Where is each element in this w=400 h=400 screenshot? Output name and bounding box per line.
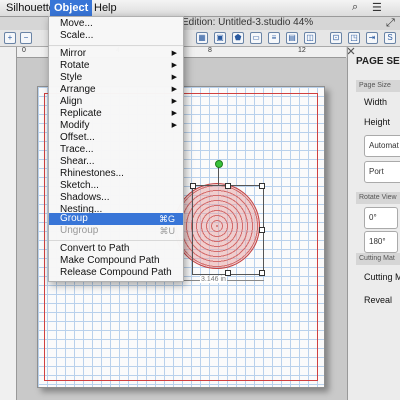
zoom-out-icon[interactable]: −	[20, 32, 32, 44]
menu-help[interactable]: Help	[90, 0, 121, 16]
menu-item-sketch[interactable]: Sketch...	[49, 180, 183, 192]
resize-handle-se[interactable]	[259, 270, 265, 276]
submenu-arrow-icon: ▶	[171, 74, 177, 81]
menu-item-make-compound-path[interactable]: Make Compound Path	[49, 255, 183, 267]
rotate-0-button[interactable]: 0°	[364, 207, 398, 229]
menu-item-offset[interactable]: Offset...	[49, 132, 183, 144]
menu-object[interactable]: Object	[50, 0, 93, 16]
menu-item-scale[interactable]: Scale...	[49, 30, 183, 42]
resize-handle-n[interactable]	[225, 183, 231, 189]
menu-item-shear[interactable]: Shear...	[49, 156, 183, 168]
resize-handle-e[interactable]	[259, 227, 265, 233]
page-settings-panel: PAGE SETT Page Size Width Height Automat…	[347, 47, 400, 400]
layers-icon[interactable]: ◫	[304, 32, 316, 44]
ruler-left	[0, 47, 17, 400]
menu-extras-icon[interactable]: ☰	[372, 1, 382, 14]
width-label: Width	[364, 97, 388, 107]
menu-item-shadows[interactable]: Shadows...	[49, 192, 183, 204]
submenu-arrow-icon: ▶	[171, 50, 177, 57]
rotate-view-header: Rotate View	[356, 192, 400, 204]
cutting-mat-label: Cutting Ma	[364, 272, 400, 282]
menu-item-arrange[interactable]: Arrange ▶	[49, 84, 183, 96]
menu-item-rhinestones[interactable]: Rhinestones...	[49, 168, 183, 180]
menu-item-style[interactable]: Style ▶	[49, 72, 183, 84]
grid-icon[interactable]: ▤	[286, 32, 298, 44]
menu-item-group[interactable]: Group ⌘G	[49, 213, 183, 225]
resize-handle-nw[interactable]	[190, 183, 196, 189]
menu-item-replicate[interactable]: Replicate ▶	[49, 108, 183, 120]
fill-icon[interactable]: ▣	[214, 32, 226, 44]
rotation-handle[interactable]	[215, 160, 223, 168]
search-icon[interactable]: ⌕	[352, 1, 358, 14]
submenu-arrow-icon: ▶	[171, 98, 177, 105]
portrait-button[interactable]: Port	[364, 161, 400, 183]
menu-item-rotate[interactable]: Rotate ▶	[49, 60, 183, 72]
submenu-arrow-icon: ▶	[171, 86, 177, 93]
reveal-label: Reveal	[364, 295, 393, 305]
rotation-stem	[218, 166, 219, 185]
send-icon[interactable]: ⇥	[366, 32, 378, 44]
resize-handle-ne[interactable]	[259, 183, 265, 189]
rotate-180-button[interactable]: 180°	[364, 231, 398, 253]
menu-bar: Silhouette Object Help ⌕ ☰	[0, 0, 400, 17]
image-icon[interactable]: ▦	[196, 32, 208, 44]
menu-separator	[49, 45, 183, 46]
align-icon[interactable]: ≡	[268, 32, 280, 44]
panel-title: PAGE SETT	[356, 56, 400, 67]
width-dimension-label: 3.146 in	[200, 276, 227, 283]
ruler-mark-12: 12	[298, 47, 306, 54]
page-size-header: Page Size	[356, 80, 400, 92]
replicate-icon[interactable]: ◳	[348, 32, 360, 44]
ruler-mark-0: 0	[22, 47, 26, 54]
menu-item-trace[interactable]: Trace...	[49, 144, 183, 156]
menu-item-mirror[interactable]: Mirror ▶	[49, 48, 183, 60]
ruler-mark-8: 8	[208, 47, 212, 54]
zoom-in-icon[interactable]: +	[4, 32, 16, 44]
object-menu: Move... Scale... Mirror ▶ Rotate ▶ Style ▶ …	[48, 16, 184, 282]
store-icon[interactable]: S	[384, 32, 396, 44]
menu-item-modify[interactable]: Modify ▶	[49, 120, 183, 132]
menu-item-move[interactable]: Move...	[49, 18, 183, 30]
auto-size-button[interactable]: Automat	[364, 135, 400, 157]
submenu-arrow-icon: ▶	[171, 122, 177, 129]
cutting-mat-header: Cutting Mat	[356, 253, 400, 265]
close-icon[interactable]	[347, 47, 355, 55]
menu-separator	[49, 240, 183, 241]
pentagon-icon[interactable]: ⬟	[232, 32, 244, 44]
submenu-arrow-icon: ▶	[171, 62, 177, 69]
submenu-arrow-icon: ▶	[171, 110, 177, 117]
lock-icon[interactable]: ⊡	[330, 32, 342, 44]
selection-box[interactable]	[192, 185, 264, 275]
window-title: Edition: Untitled-3.studio 44%	[182, 17, 314, 28]
menu-item-release-compound-path[interactable]: Release Compound Path	[49, 267, 183, 279]
height-label: Height	[364, 117, 391, 127]
stroke-icon[interactable]: ▭	[250, 32, 262, 44]
menu-item-ungroup: Ungroup ⌘U	[60, 225, 175, 236]
menu-item-align[interactable]: Align ▶	[49, 96, 183, 108]
menu-item-convert-to-path[interactable]: Convert to Path	[49, 243, 183, 255]
expand-icon[interactable]: ⤢	[386, 17, 395, 30]
